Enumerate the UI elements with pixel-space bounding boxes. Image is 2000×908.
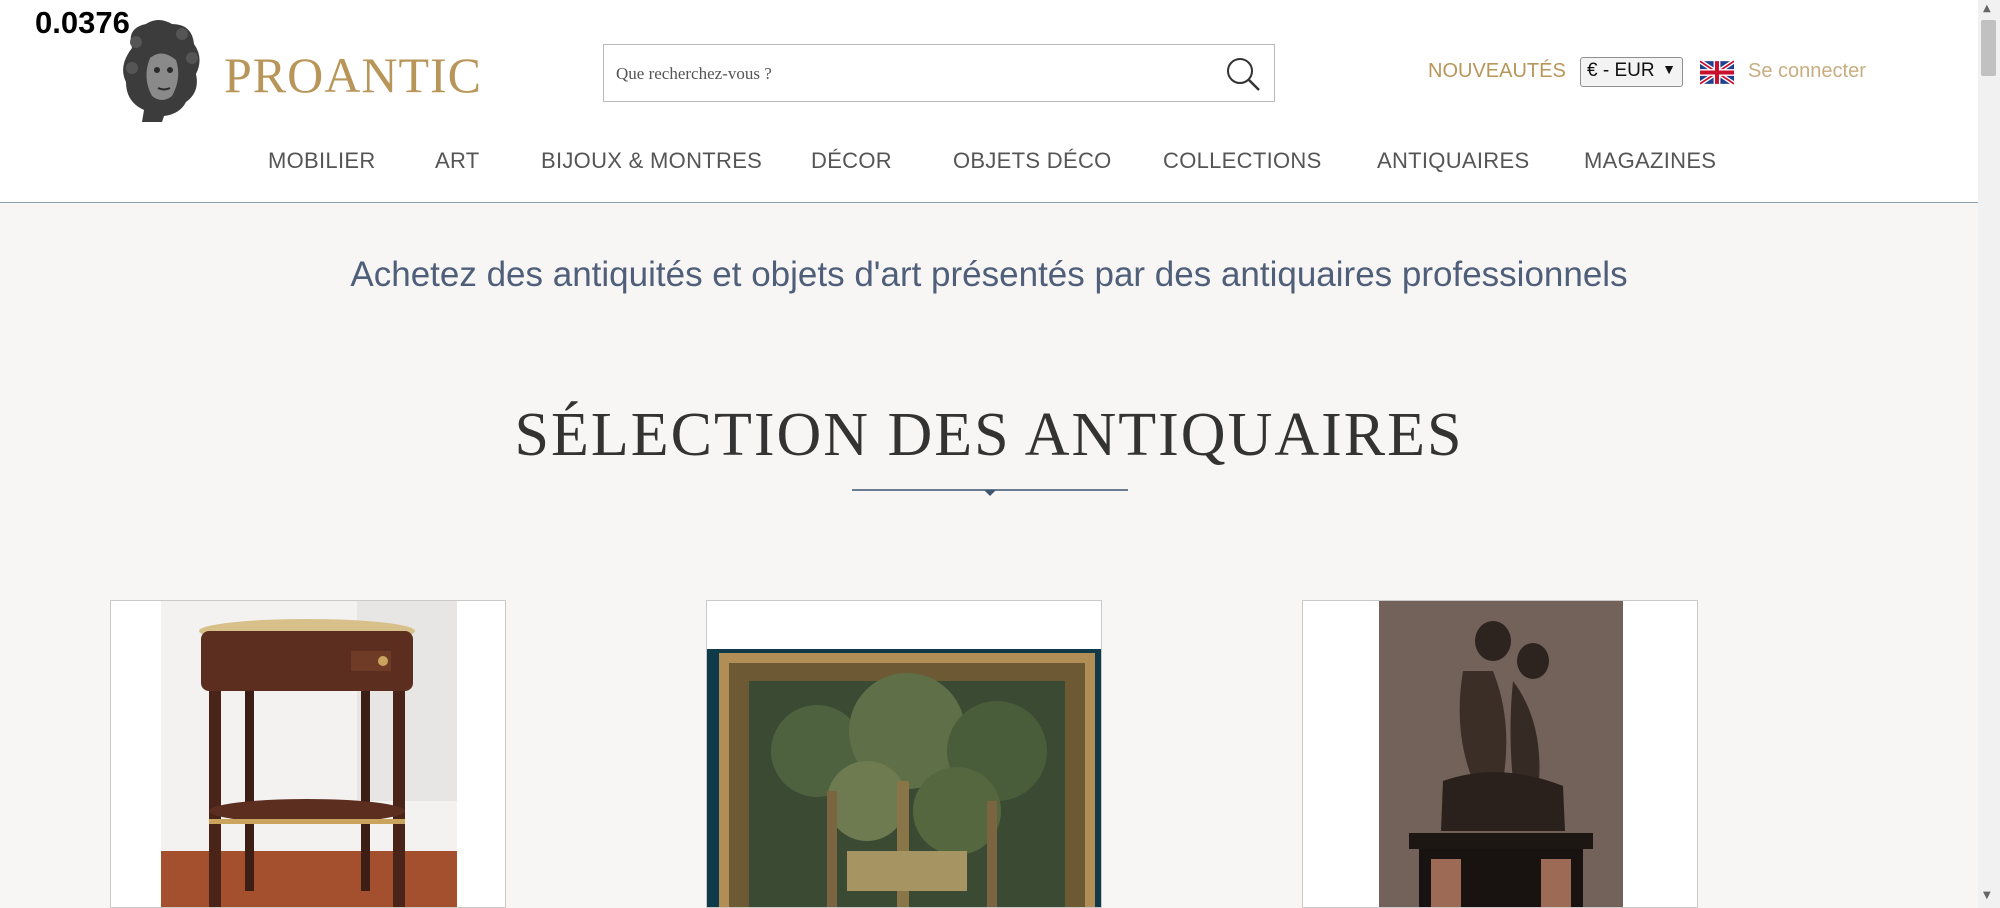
scroll-up-icon[interactable]: ▲ (1983, 3, 1991, 14)
score-overlay: 0.0376 (35, 5, 130, 40)
search-icon[interactable] (1224, 55, 1262, 93)
title-divider (852, 489, 1128, 496)
tagline: Achetez des antiquités et objets d'art p… (350, 255, 1628, 294)
scroll-thumb[interactable] (1981, 20, 1996, 76)
product-card-tapestry[interactable] (706, 600, 1102, 908)
tapestry-image (707, 601, 1101, 907)
search-box (603, 44, 1275, 102)
search-input[interactable] (614, 55, 1198, 93)
product-card-side-table[interactable] (110, 600, 506, 908)
brand-name[interactable]: PROANTIC (224, 46, 482, 104)
new-items-link[interactable]: NOUVEAUTÉS (1428, 60, 1566, 83)
vertical-scrollbar[interactable]: ▲ ▼ (1978, 0, 2000, 908)
currency-select[interactable]: € - EUR ▼ (1580, 57, 1683, 87)
section-title: SÉLECTION DES ANTIQUAIRES (514, 401, 1464, 469)
nav-item-decor[interactable]: DÉCOR (811, 148, 892, 174)
nav-item-art[interactable]: ART (435, 148, 480, 174)
uk-flag-icon[interactable] (1700, 60, 1734, 85)
side-table-image (161, 601, 457, 907)
product-card-bronze-sculpture[interactable] (1302, 600, 1698, 908)
nav-item-magazines[interactable]: MAGAZINES (1584, 148, 1716, 174)
main-nav: MOBILIER ART BIJOUX & MONTRES DÉCOR OBJE… (0, 148, 1978, 178)
site-header: PROANTIC NOUVEAUTÉS € - EUR ▼ Se connect… (0, 0, 1978, 203)
nav-item-mobilier[interactable]: MOBILIER (268, 148, 376, 174)
currency-value: € - EUR (1587, 60, 1655, 81)
bronze-sculpture-image (1303, 601, 1697, 907)
nav-item-antiquaires[interactable]: ANTIQUAIRES (1377, 148, 1529, 174)
nav-item-collections[interactable]: COLLECTIONS (1163, 148, 1322, 174)
scroll-down-icon[interactable]: ▼ (1983, 890, 1991, 901)
chevron-down-icon: ▼ (1662, 61, 1676, 77)
nav-item-objets-deco[interactable]: OBJETS DÉCO (953, 148, 1112, 174)
nav-item-bijoux-montres[interactable]: BIJOUX & MONTRES (541, 148, 762, 174)
login-link[interactable]: Se connecter (1748, 60, 1866, 83)
